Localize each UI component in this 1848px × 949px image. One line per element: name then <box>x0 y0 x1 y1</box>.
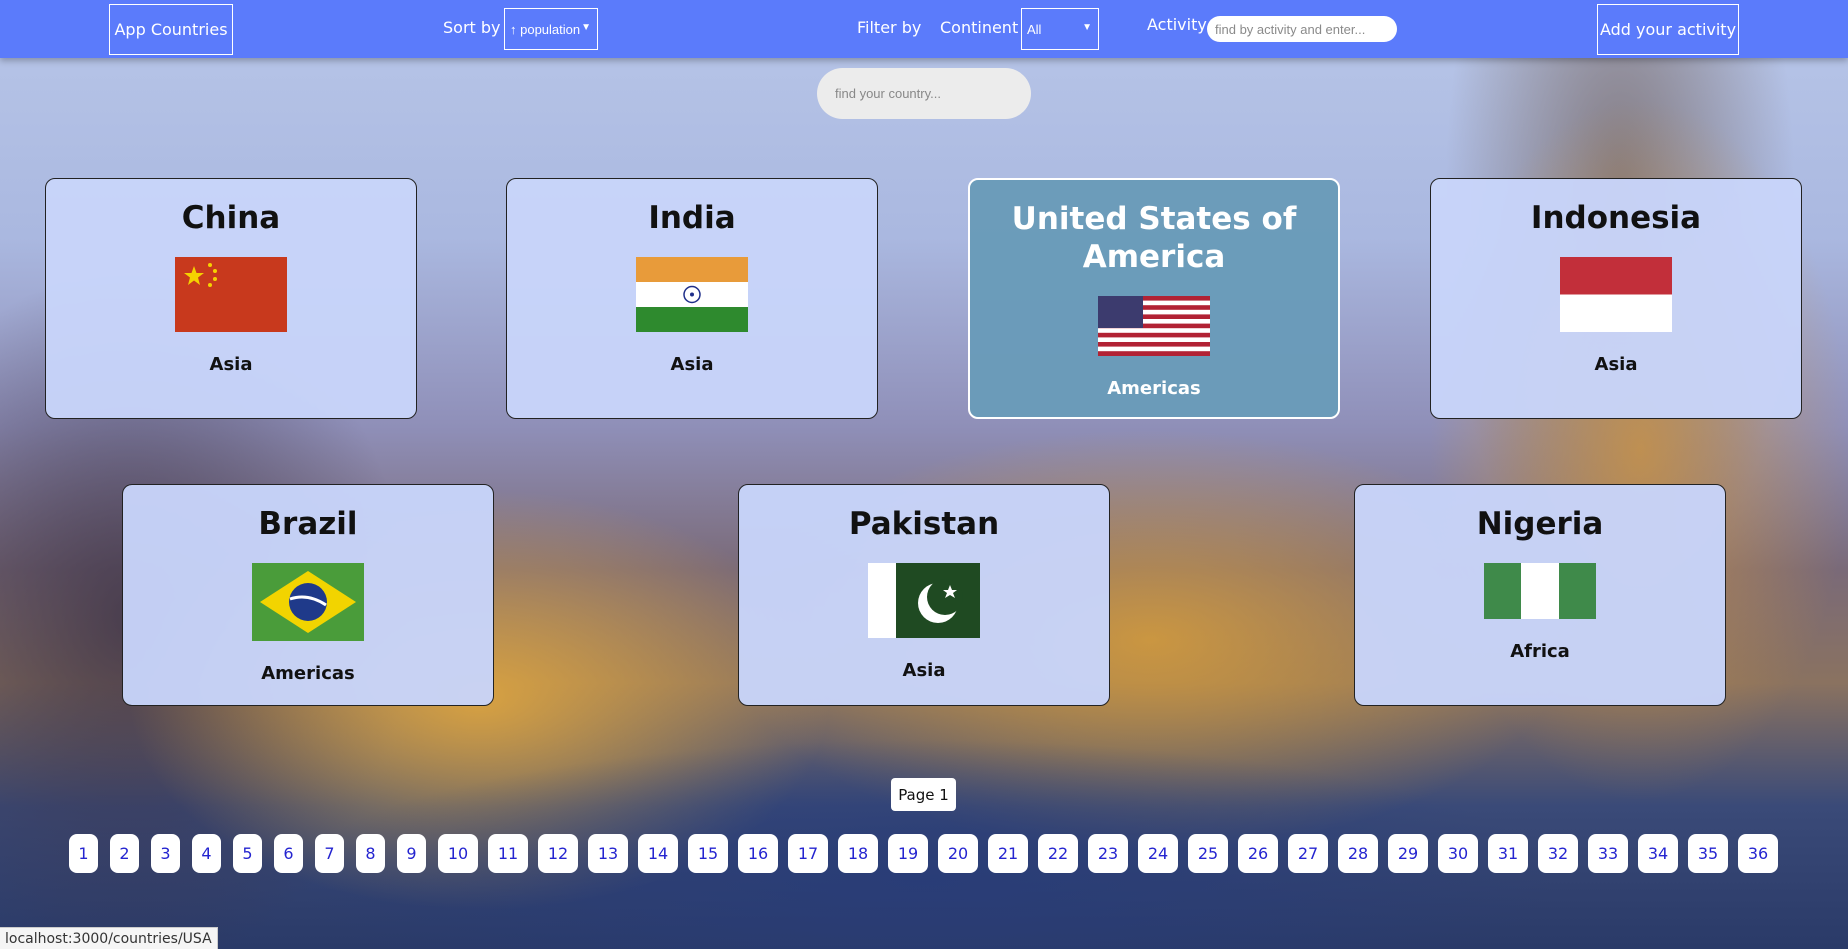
country-card-china[interactable]: China Asia <box>45 178 417 419</box>
page-button[interactable]: 32 <box>1538 834 1578 873</box>
country-continent: Americas <box>1107 378 1201 399</box>
page-button[interactable]: 8 <box>356 834 385 873</box>
page-button[interactable]: 2 <box>110 834 139 873</box>
activity-search-input[interactable]: find by activity and enter... <box>1207 16 1397 42</box>
page-button[interactable]: 26 <box>1238 834 1278 873</box>
country-name: Pakistan <box>848 506 1000 542</box>
home-button[interactable]: App Countries <box>109 4 233 55</box>
country-card-india[interactable]: India Asia <box>506 178 878 419</box>
country-name: United States of America <box>1011 201 1297 275</box>
china-flag-icon <box>175 257 287 332</box>
page-button[interactable]: 33 <box>1588 834 1628 873</box>
status-bar-url: localhost:3000/countries/USA <box>0 927 218 949</box>
country-card-pakistan[interactable]: Pakistan Asia <box>738 484 1110 706</box>
country-continent: Asia <box>670 354 714 375</box>
country-continent: Asia <box>902 660 946 681</box>
page-button[interactable]: 17 <box>788 834 828 873</box>
page-button[interactable]: 23 <box>1088 834 1128 873</box>
page-button[interactable]: 10 <box>438 834 478 873</box>
country-continent: Asia <box>209 354 253 375</box>
top-navbar: App Countries Sort by ↑ population ▼ Fil… <box>0 0 1848 58</box>
page-button[interactable]: 35 <box>1688 834 1728 873</box>
sort-select-value: ↑ population <box>510 21 581 37</box>
page-button[interactable]: 7 <box>315 834 344 873</box>
page-button[interactable]: 34 <box>1638 834 1678 873</box>
page-button[interactable]: 5 <box>233 834 262 873</box>
india-flag-icon <box>636 257 748 332</box>
sort-select[interactable]: ↑ population ▼ <box>504 8 598 50</box>
country-continent: Africa <box>1510 641 1570 662</box>
page-button[interactable]: 19 <box>888 834 928 873</box>
brazil-flag-icon <box>252 563 364 641</box>
pakistan-flag-icon <box>868 563 980 638</box>
chevron-down-icon: ▼ <box>581 22 591 33</box>
current-page-label: Page 1 <box>891 778 956 811</box>
country-search-input[interactable]: find your country... <box>817 68 1031 119</box>
page-button[interactable]: 3 <box>151 834 180 873</box>
page-button[interactable]: 36 <box>1738 834 1778 873</box>
page-button[interactable]: 28 <box>1338 834 1378 873</box>
page-button[interactable]: 14 <box>638 834 678 873</box>
page-button[interactable]: 4 <box>192 834 221 873</box>
chevron-down-icon: ▼ <box>1082 22 1092 33</box>
activity-label: Activity <box>1147 15 1207 34</box>
page-button[interactable]: 18 <box>838 834 878 873</box>
page-button[interactable]: 25 <box>1188 834 1228 873</box>
usa-flag-icon <box>1098 296 1210 356</box>
page-button[interactable]: 12 <box>538 834 578 873</box>
page-button[interactable]: 6 <box>274 834 303 873</box>
nigeria-flag-icon <box>1484 563 1596 619</box>
page-button[interactable]: 29 <box>1388 834 1428 873</box>
page-button[interactable]: 30 <box>1438 834 1478 873</box>
page-button[interactable]: 9 <box>397 834 426 873</box>
page-button[interactable]: 24 <box>1138 834 1178 873</box>
page-button[interactable]: 22 <box>1038 834 1078 873</box>
page-button[interactable]: 16 <box>738 834 778 873</box>
page-button[interactable]: 15 <box>688 834 728 873</box>
page-button[interactable]: 27 <box>1288 834 1328 873</box>
country-name: Indonesia <box>1530 200 1702 236</box>
country-name: China <box>181 200 281 236</box>
country-card-brazil[interactable]: Brazil Americas <box>122 484 494 706</box>
page-button[interactable]: 1 <box>69 834 98 873</box>
country-card-nigeria[interactable]: Nigeria Africa <box>1354 484 1726 706</box>
page-button[interactable]: 31 <box>1488 834 1528 873</box>
page-button[interactable]: 20 <box>938 834 978 873</box>
continent-select[interactable]: All ▼ <box>1021 8 1099 50</box>
add-activity-button[interactable]: Add your activity <box>1597 4 1739 55</box>
country-name: Nigeria <box>1476 506 1604 542</box>
continent-select-value: All <box>1027 21 1042 37</box>
country-continent: Asia <box>1594 354 1638 375</box>
country-card-indonesia[interactable]: Indonesia Asia <box>1430 178 1802 419</box>
page-button[interactable]: 11 <box>488 834 528 873</box>
page-button[interactable]: 21 <box>988 834 1028 873</box>
country-name: Brazil <box>258 506 358 542</box>
country-continent: Americas <box>261 663 355 684</box>
sort-label: Sort by <box>443 18 501 37</box>
page-button[interactable]: 13 <box>588 834 628 873</box>
country-name: India <box>648 200 736 236</box>
filter-label: Filter by <box>857 18 922 37</box>
country-card-usa[interactable]: United States of America Americas <box>968 178 1340 419</box>
indonesia-flag-icon <box>1560 257 1672 332</box>
pagination: 1 2 3 4 5 6 7 8 9 10 11 12 13 14 15 16 17 18 19 20 21 22 23 24 2… <box>0 834 1848 874</box>
continent-label: Continent <box>940 18 1019 37</box>
